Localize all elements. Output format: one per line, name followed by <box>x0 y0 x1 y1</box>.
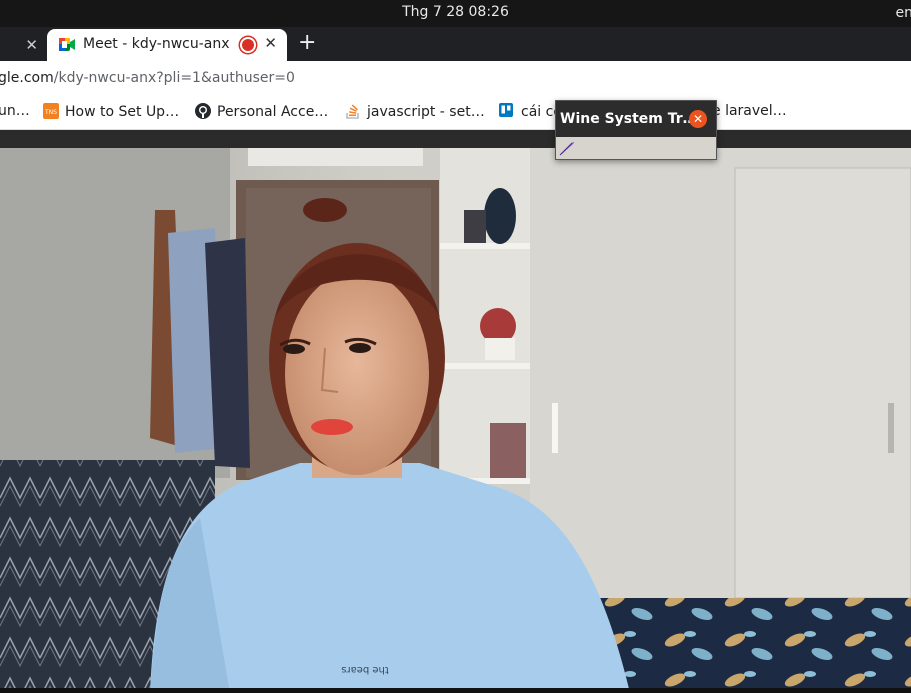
github-icon <box>195 103 211 119</box>
keyboard-language-indicator[interactable]: en <box>896 5 911 21</box>
new-tab-button[interactable]: + <box>298 29 316 57</box>
bookmark-label: un… <box>0 103 30 119</box>
bookmark-label: javascript - set… <box>367 104 485 120</box>
webcam-video[interactable]: the bears <box>0 148 911 693</box>
stackoverflow-icon <box>346 104 359 119</box>
bookmark-item[interactable]: e laravel… <box>712 103 787 119</box>
bookmark-item[interactable]: Personal Acce… <box>195 103 328 120</box>
close-tab-icon[interactable]: ✕ <box>25 36 38 54</box>
trello-icon <box>499 103 513 117</box>
bookmark-item[interactable]: TNS How to Set Up… <box>43 103 179 120</box>
bookmark-label: Personal Acce… <box>217 104 329 120</box>
close-tab-icon[interactable]: ✕ <box>264 34 277 52</box>
recording-dot-icon <box>242 39 254 51</box>
tns-icon: TNS <box>43 103 59 119</box>
wine-system-tray-window[interactable]: Wine System Tr… ✕ <box>555 100 717 160</box>
tab-meet[interactable]: Meet - kdy-nwcu-anx ✕ <box>47 29 287 61</box>
bookmarks-bar: un… TNS How to Set Up… Personal Acce… jav… <box>0 95 911 130</box>
wine-titlebar[interactable]: Wine System Tr… ✕ <box>556 101 716 137</box>
svg-text:TNS: TNS <box>44 109 57 116</box>
feather-icon[interactable] <box>558 139 576 157</box>
system-clock[interactable]: Thg 7 28 08:26 <box>0 4 911 20</box>
shirt-print: the bears <box>341 664 389 675</box>
bookmark-item[interactable]: cái cố <box>499 103 562 120</box>
close-icon[interactable]: ✕ <box>689 110 707 128</box>
bookmark-item[interactable]: javascript - set… <box>345 103 485 120</box>
bookmark-label: e laravel… <box>712 103 787 119</box>
meet-top-band <box>0 130 911 148</box>
webcam-frame-image: the bears <box>0 148 911 693</box>
url-path: /kdy-nwcu-anx?pli=1&authuser=0 <box>53 70 295 86</box>
url-text[interactable]: gle.com/kdy-nwcu-anx?pli=1&authuser=0 <box>0 70 295 86</box>
tab-title: Meet - kdy-nwcu-anx <box>83 36 230 52</box>
url-domain: gle.com <box>0 70 54 86</box>
tab-previous[interactable]: ✕ <box>0 33 46 61</box>
bookmark-label: How to Set Up… <box>65 104 180 120</box>
video-bottom-edge <box>0 688 911 693</box>
address-bar[interactable]: gle.com/kdy-nwcu-anx?pli=1&authuser=0 <box>0 61 911 95</box>
system-top-bar: Thg 7 28 08:26 en <box>0 0 911 27</box>
bookmark-item[interactable]: un… <box>0 103 30 119</box>
browser-tab-strip: ✕ Meet - kdy-nwcu-anx ✕ + <box>0 27 911 61</box>
wine-window-title: Wine System Tr… <box>560 111 697 127</box>
google-meet-icon <box>59 38 75 51</box>
